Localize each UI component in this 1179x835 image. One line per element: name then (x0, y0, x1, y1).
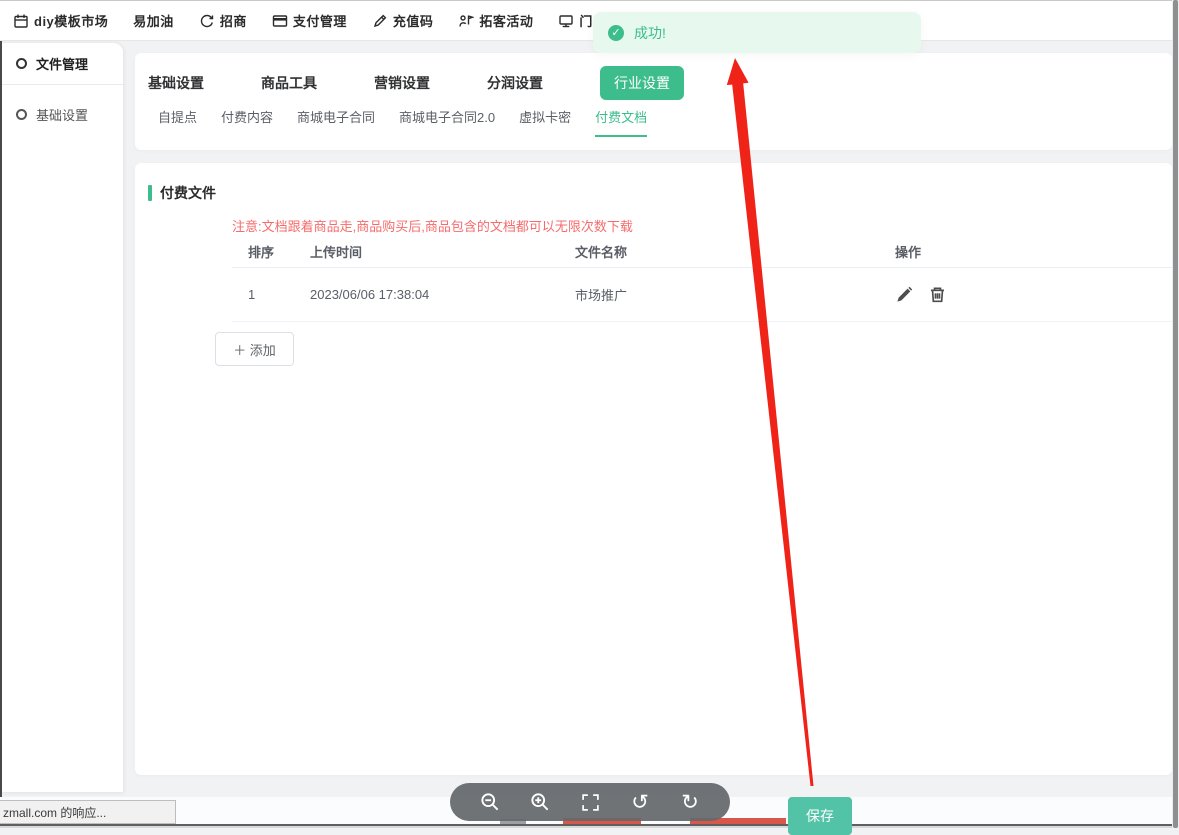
nav-label: 易加油 (133, 11, 174, 30)
radio-circle-icon (16, 109, 27, 120)
toast-message: 成功! (634, 23, 666, 43)
browser-status-tooltip: zmall.com 的响应... (0, 800, 176, 824)
main-tabs: 基础设置 商品工具 营销设置 分润设置 行业设置 (135, 53, 1172, 99)
sidebar-item-file-management[interactable]: 文件管理 (2, 43, 123, 85)
settings-tabs-panel: 基础设置 商品工具 营销设置 分润设置 行业设置 自提点 付费内容 商城电子合同… (135, 53, 1172, 150)
promotion-icon (458, 13, 474, 29)
vertical-scrollbar[interactable] (1172, 0, 1179, 828)
col-header-file-name: 文件名称 (575, 242, 895, 261)
sidebar-item-label: 文件管理 (36, 54, 88, 73)
success-check-icon: ✓ (608, 25, 624, 41)
pencil-icon (372, 13, 388, 29)
warning-note: 注意:文档跟着商品走,商品购买后,商品包含的文档都可以无限次数下载 (232, 216, 633, 235)
sidebar-item-label: 基础设置 (36, 105, 88, 124)
image-viewer-toolbar: ↺ ↻ (450, 783, 730, 821)
nav-zhaoshang[interactable]: 招商 (199, 11, 247, 30)
documents-table: 排序 上传时间 文件名称 操作 1 2023/06/06 17:38:04 市场… (232, 236, 1172, 322)
add-button[interactable]: ＋ 添加 (215, 332, 294, 366)
subtab-virtual-card-key[interactable]: 虚拟卡密 (519, 107, 571, 135)
table-row: 1 2023/06/06 17:38:04 市场推广 (232, 268, 1172, 322)
nav-payment-management[interactable]: 支付管理 (272, 11, 347, 30)
tab-basic-settings[interactable]: 基础设置 (148, 66, 204, 100)
subtab-mall-econtract-2[interactable]: 商城电子合同2.0 (399, 107, 495, 135)
calendar-icon (13, 13, 29, 29)
section-accent-bar (148, 185, 152, 201)
tab-profit-sharing-settings[interactable]: 分润设置 (487, 66, 543, 100)
fullscreen-icon[interactable] (578, 790, 602, 814)
nav-customer-activity[interactable]: 拓客活动 (458, 11, 533, 30)
delete-trash-icon[interactable] (928, 285, 947, 304)
tab-product-tools[interactable]: 商品工具 (261, 66, 317, 100)
sidebar-item-basic-settings[interactable]: 基础设置 (2, 93, 123, 135)
subtab-paid-documents[interactable]: 付费文档 (595, 107, 647, 137)
sub-tabs: 自提点 付费内容 商城电子合同 商城电子合同2.0 虚拟卡密 付费文档 (135, 99, 1172, 137)
radio-circle-icon (16, 58, 27, 69)
rotate-right-icon[interactable]: ↻ (678, 790, 702, 814)
subtab-pickup-point[interactable]: 自提点 (158, 107, 197, 135)
cell-upload-time: 2023/06/06 17:38:04 (310, 287, 575, 302)
rotate-left-icon[interactable]: ↺ (628, 790, 652, 814)
subtab-paid-content[interactable]: 付费内容 (221, 107, 273, 135)
tab-industry-settings[interactable]: 行业设置 (600, 66, 684, 100)
col-header-upload-time: 上传时间 (310, 242, 575, 261)
top-nav-bar: diy模板市场 易加油 招商 支付管理 充值码 拓客活动 门店-收银台 (0, 1, 1179, 41)
success-toast: ✓ 成功! (593, 12, 921, 53)
nav-label: 支付管理 (293, 11, 347, 30)
cell-sort: 1 (232, 287, 310, 302)
nav-label: 充值码 (393, 11, 434, 30)
subtab-mall-econtract[interactable]: 商城电子合同 (297, 107, 375, 135)
section-title: 付费文件 (160, 183, 216, 203)
bank-card-icon (272, 13, 288, 29)
left-sidebar: 文件管理 基础设置 (2, 42, 123, 792)
refresh-icon (199, 13, 215, 29)
col-header-operations: 操作 (895, 242, 1172, 261)
section-header: 付费文件 (148, 183, 216, 203)
nav-yijiayou[interactable]: 易加油 (133, 11, 174, 30)
nav-recharge-code[interactable]: 充值码 (372, 11, 434, 30)
nav-label: 拓客活动 (479, 11, 533, 30)
row-operations (895, 285, 1172, 304)
nav-label: diy模板市场 (34, 11, 108, 30)
nav-label: 招商 (220, 11, 247, 30)
cell-file-name: 市场推广 (575, 285, 895, 304)
pos-terminal-icon (558, 13, 574, 29)
scrollbar-thumb[interactable] (1173, 0, 1178, 828)
save-button[interactable]: 保存 (788, 797, 852, 835)
table-header-row: 排序 上传时间 文件名称 操作 (232, 236, 1172, 268)
paid-documents-panel: 付费文件 注意:文档跟着商品走,商品购买后,商品包含的文档都可以无限次数下载 排… (135, 163, 1172, 775)
zoom-out-icon[interactable] (478, 790, 502, 814)
zoom-in-icon[interactable] (528, 790, 552, 814)
edit-pencil-icon[interactable] (895, 285, 914, 304)
tab-marketing-settings[interactable]: 营销设置 (374, 66, 430, 100)
nav-diy-template-market[interactable]: diy模板市场 (13, 11, 108, 30)
col-header-sort: 排序 (232, 242, 310, 261)
